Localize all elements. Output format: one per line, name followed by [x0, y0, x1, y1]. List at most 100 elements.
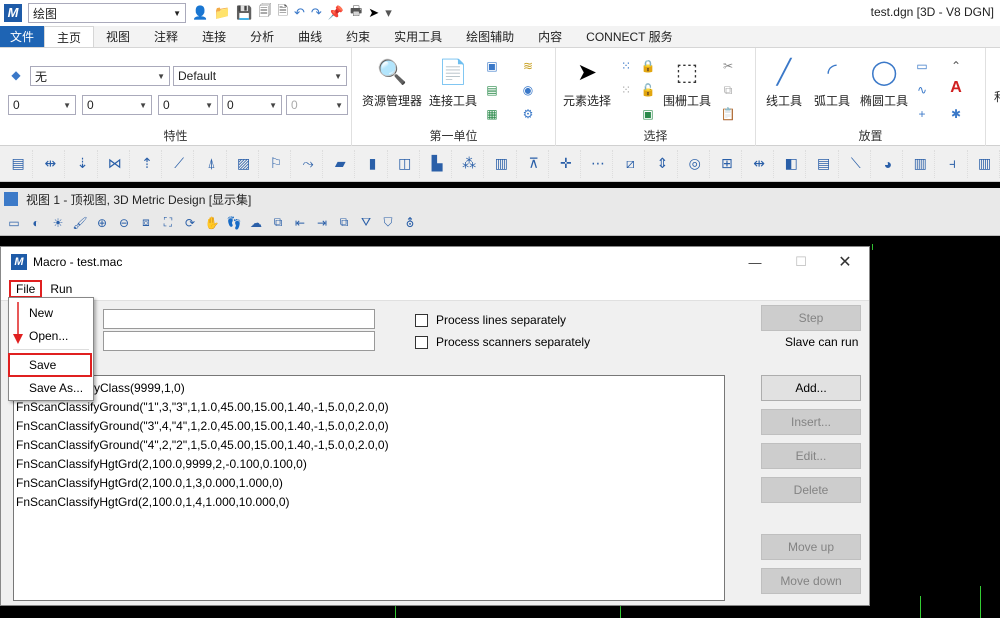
line-tools-button[interactable]: ╱ 线工具	[762, 56, 806, 109]
pan-icon[interactable]: ✋	[202, 213, 222, 233]
update-icon[interactable]: 🖌	[70, 213, 90, 233]
process-lines-checkbox[interactable]: Process lines separately	[415, 313, 566, 327]
point-icon[interactable]: +	[914, 106, 930, 122]
tool-19-icon[interactable]: ⋯	[584, 149, 614, 178]
weight-combo[interactable]: 0 ▼	[158, 95, 218, 115]
saved-views-icon[interactable]: ▦	[484, 106, 500, 122]
macro-input-1[interactable]	[103, 309, 375, 329]
move-down-button[interactable]: Move down	[761, 568, 861, 594]
tool-28-icon[interactable]: ◕	[874, 149, 904, 178]
tool-3-icon[interactable]: ⇣	[68, 149, 98, 178]
step-button[interactable]: Step	[761, 305, 861, 331]
ellipse-tools-button[interactable]: ◯ 椭圆工具	[858, 56, 910, 109]
fly-icon[interactable]: ☁	[246, 213, 266, 233]
rotate-view-icon[interactable]: ⟳	[180, 213, 200, 233]
menu-item-save[interactable]: Save	[29, 358, 56, 372]
save-settings-icon[interactable]: 🗐	[259, 2, 272, 24]
tool-8-icon[interactable]: ▨	[230, 149, 259, 178]
tool-5-icon[interactable]: ⇡	[133, 149, 163, 178]
checkbox-box[interactable]	[415, 313, 428, 327]
text-icon[interactable]: A	[948, 79, 964, 96]
window-area-icon[interactable]: ⧈	[136, 213, 156, 233]
tool-23-icon[interactable]: ⊞	[713, 149, 743, 178]
tab-home[interactable]: 主页	[44, 26, 95, 47]
walk-icon[interactable]: 👣	[224, 213, 244, 233]
tab-annotate[interactable]: 注释	[142, 26, 190, 47]
cell-icon[interactable]: ✱	[948, 106, 964, 122]
pin-icon[interactable]: 📌	[328, 5, 344, 21]
list-item[interactable]: FnScanClassifyHgtGrd(2,100.0,1,3,0.000,1…	[16, 474, 722, 493]
camera-icon[interactable]: ⧉	[268, 213, 288, 233]
view-options-icon[interactable]: ⛢	[400, 213, 420, 233]
tool-17-icon[interactable]: ⊼	[520, 149, 549, 178]
tool-31-icon[interactable]: ▥	[971, 149, 1000, 178]
checkbox-box[interactable]	[415, 335, 428, 349]
open-folder-icon[interactable]: 📁	[214, 5, 230, 21]
fence-tools-button[interactable]: ⬚ 围栅工具	[660, 56, 714, 109]
tool-2-icon[interactable]: ⇹	[36, 149, 66, 178]
chevron-up-icon[interactable]: ⌃	[948, 58, 964, 74]
tab-curves[interactable]: 曲线	[286, 26, 334, 47]
tab-drawing-aids[interactable]: 绘图辅助	[454, 26, 526, 47]
select-all-icon[interactable]: ⁙	[618, 58, 634, 74]
level-combo[interactable]: 无 ▼	[30, 66, 170, 86]
tool-30-icon[interactable]: ⫞	[938, 149, 968, 178]
compress-icon[interactable]: 🗎	[278, 2, 288, 24]
clip-mask-icon[interactable]: ⛉	[378, 213, 398, 233]
edit-button[interactable]: Edit...	[761, 443, 861, 469]
menu-run[interactable]: Run	[44, 280, 78, 298]
tool-16-icon[interactable]: ▥	[487, 149, 517, 178]
tool-25-icon[interactable]: ◧	[777, 149, 807, 178]
list-item[interactable]: FnScanClassifyGround("4",2,"2",1,5.0,45.…	[16, 436, 722, 455]
menu-item-new[interactable]: New	[29, 306, 53, 320]
tool-7-icon[interactable]: ⍋	[197, 149, 227, 178]
lighting-icon[interactable]: ☀	[48, 213, 68, 233]
line-style-combo[interactable]: 0 ▼	[82, 95, 152, 115]
tool-11-icon[interactable]: ▰	[326, 149, 356, 178]
tab-constraints[interactable]: 约束	[334, 26, 382, 47]
previous-view-icon[interactable]: ⇤	[290, 213, 310, 233]
level-icon[interactable]: ◆	[8, 67, 24, 83]
tool-10-icon[interactable]: ⤳	[294, 149, 324, 178]
tool-1-icon[interactable]: ▤	[4, 149, 34, 178]
explorer-button[interactable]: 🔍 资源管理器	[358, 56, 426, 109]
group-icon[interactable]: ▣	[640, 106, 656, 122]
add-button[interactable]: Add...	[761, 375, 861, 401]
spline-icon[interactable]: ∿	[914, 82, 930, 98]
list-item[interactable]: FnScanClassifyHgtGrd(2,100.0,9999,2,-0.1…	[16, 455, 722, 474]
view-attributes-icon[interactable]: ▭	[4, 213, 24, 233]
minimize-icon[interactable]: —	[733, 251, 777, 273]
tool-12-icon[interactable]: ▮	[358, 149, 388, 178]
tab-view[interactable]: 视图	[94, 26, 142, 47]
shape-icon[interactable]: ▭	[914, 58, 930, 74]
user-icon[interactable]: 👤	[192, 5, 208, 21]
list-item[interactable]: FnScanClassifyGround("3",4,"4",1,2.0,45.…	[16, 417, 722, 436]
delete-button[interactable]: Delete	[761, 477, 861, 503]
raster-icon[interactable]: ◉	[520, 82, 536, 98]
color-combo[interactable]: 0 ▼	[8, 95, 76, 115]
levels-icon[interactable]: ≋	[520, 58, 536, 74]
close-icon[interactable]: ✕	[823, 251, 867, 273]
next-view-icon[interactable]: ⇥	[312, 213, 332, 233]
unlock-icon[interactable]: 🔓	[640, 82, 656, 98]
menu-file[interactable]: File	[9, 279, 43, 298]
process-scanners-checkbox[interactable]: Process scanners separately	[415, 335, 590, 349]
customize-qat-icon[interactable]: ▾	[385, 5, 392, 21]
tool-20-icon[interactable]: ⧄	[616, 149, 646, 178]
move-up-button[interactable]: Move up	[761, 534, 861, 560]
list-item[interactable]: FnScanClassifyGround("1",3,"3",1,1.0,45.…	[16, 398, 722, 417]
insert-button[interactable]: Insert...	[761, 409, 861, 435]
tool-29-icon[interactable]: ▥	[906, 149, 936, 178]
maximize-icon[interactable]: ☐	[779, 251, 823, 273]
tool-6-icon[interactable]: ⟋	[165, 149, 195, 178]
tool-21-icon[interactable]: ⇕	[648, 149, 678, 178]
list-item[interactable]: yClass(9999,1,0)	[16, 379, 722, 398]
element-select-button[interactable]: ➤ 元素选择	[558, 56, 616, 109]
paste-icon[interactable]: 📋	[720, 106, 736, 122]
tool-15-icon[interactable]: ⁂	[455, 149, 485, 178]
menu-item-save-as[interactable]: Save As...	[29, 381, 83, 395]
zoom-out-icon[interactable]: ⊖	[114, 213, 134, 233]
tool-22-icon[interactable]: ◎	[681, 149, 710, 178]
models-icon[interactable]: ▣	[484, 58, 500, 74]
tool-27-icon[interactable]: ⟍	[842, 149, 871, 178]
